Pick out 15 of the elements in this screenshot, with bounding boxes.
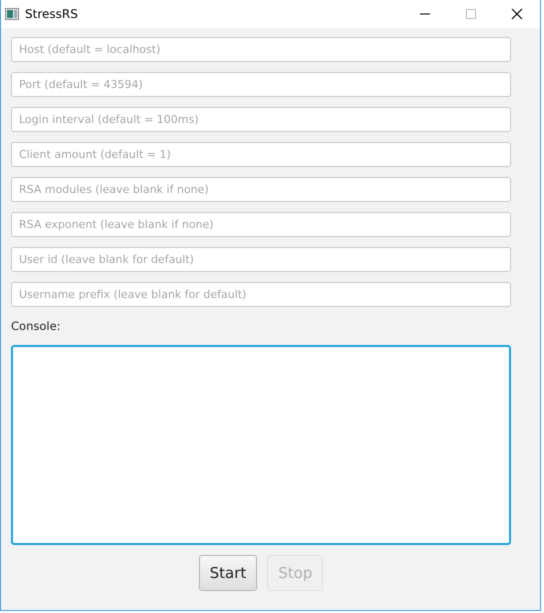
text-field[interactable]: RSA exponent (leave blank if none) (11, 212, 511, 237)
text-field[interactable]: User id (leave blank for default) (11, 247, 511, 272)
text-field[interactable]: Login interval (default = 100ms) (11, 107, 511, 132)
start-button[interactable]: Start (198, 555, 258, 592)
window-title: StressRS (25, 6, 79, 23)
text-field[interactable]: Host (default = localhost) (11, 37, 511, 62)
app-icon (5, 8, 19, 20)
console-area[interactable] (11, 345, 511, 546)
close-icon (511, 8, 523, 20)
text-field[interactable]: Client amount (default = 1) (11, 142, 511, 167)
text-field[interactable]: Username prefix (leave blank for default) (11, 282, 511, 307)
text-field[interactable]: RSA modules (leave blank if none) (11, 177, 511, 202)
maximize-icon (465, 8, 477, 20)
text-field[interactable]: Port (default = 43594) (11, 72, 511, 97)
console-label: Console: (11, 318, 61, 335)
